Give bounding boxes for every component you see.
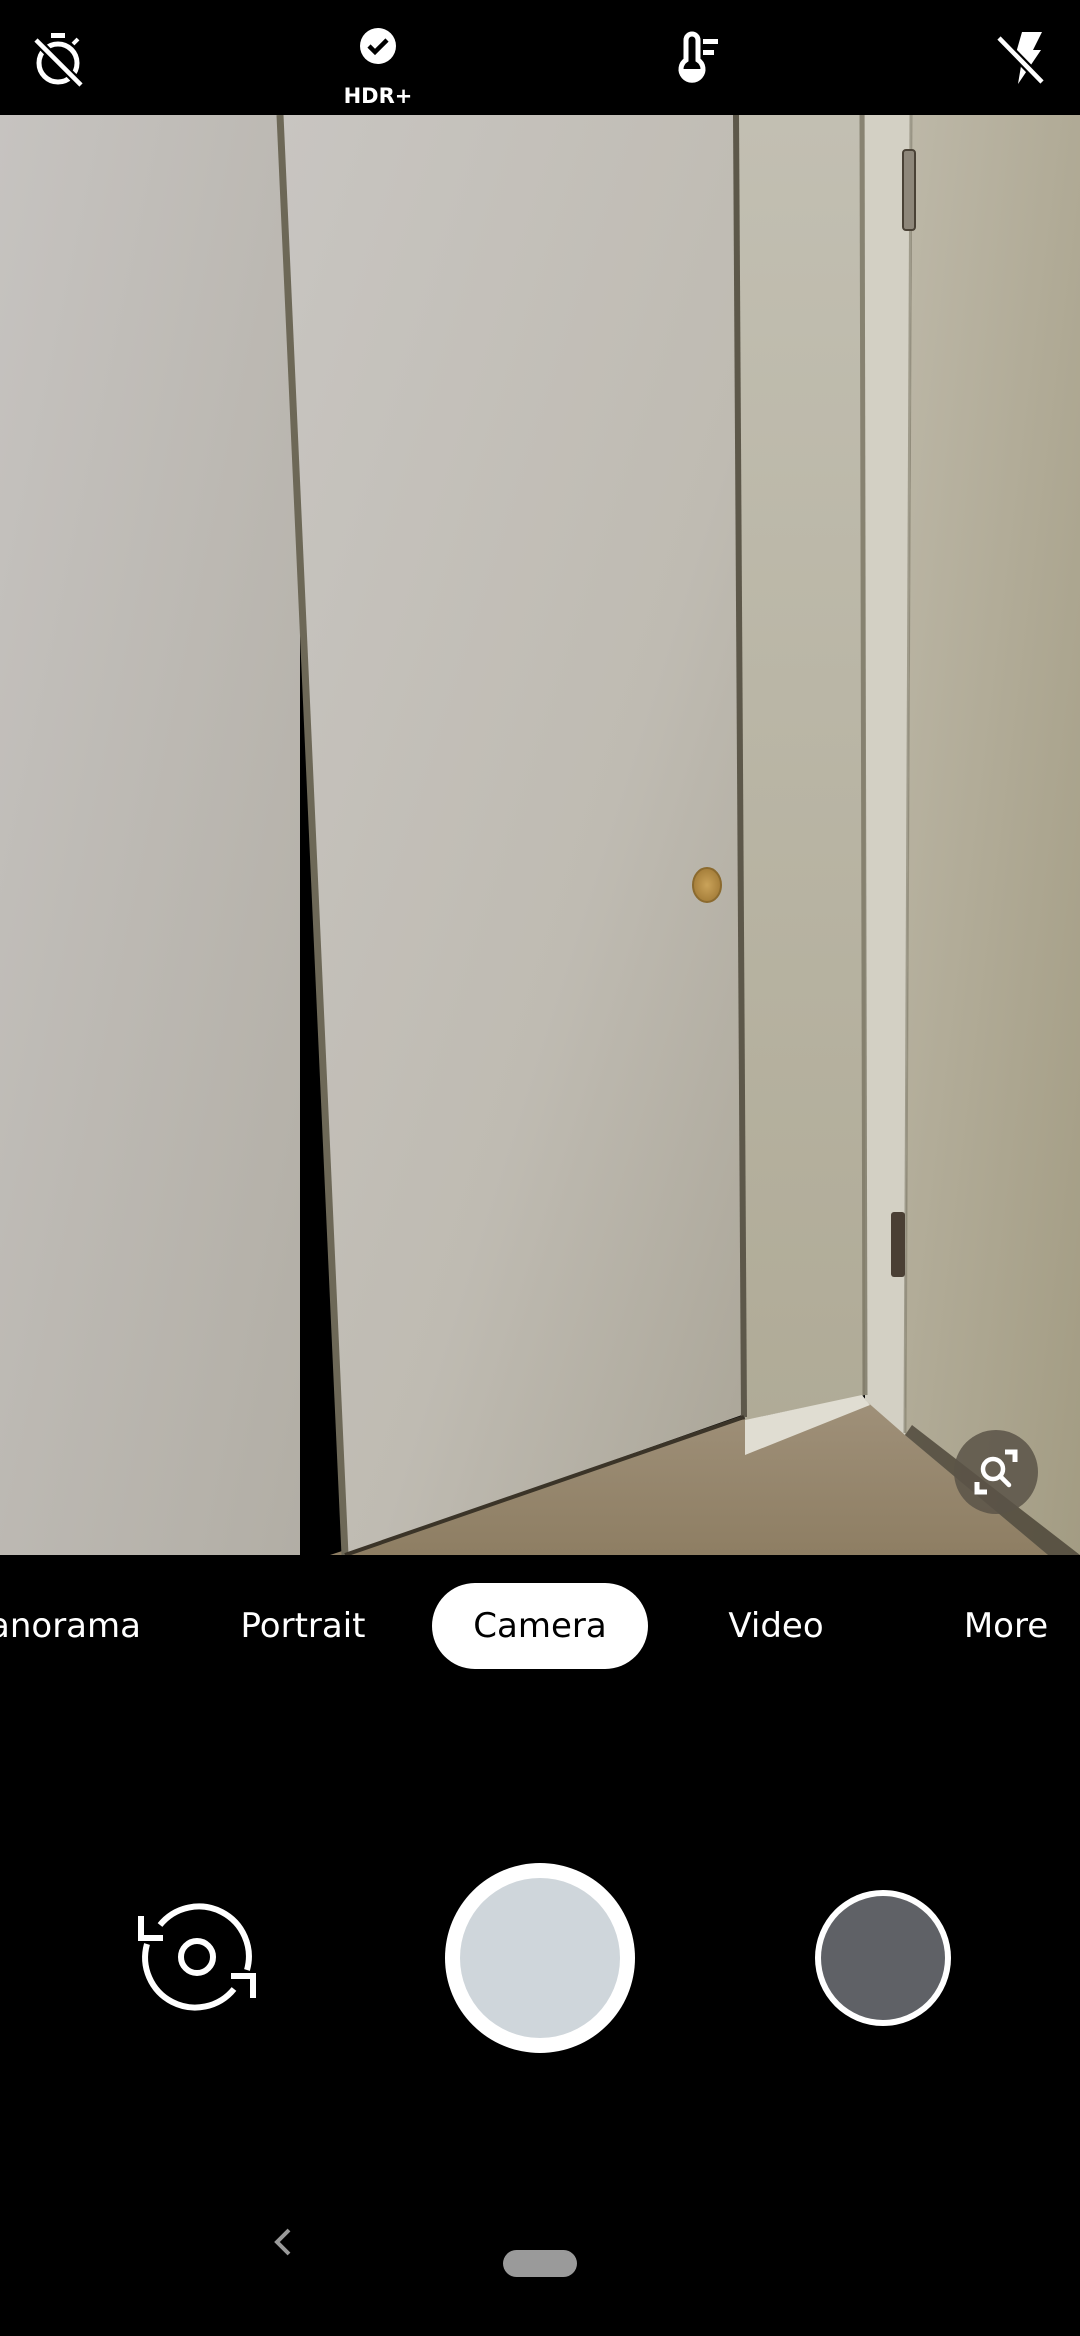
hdr-label: HDR+: [343, 84, 413, 108]
back-button[interactable]: [262, 2220, 306, 2264]
mode-video-label: Video: [728, 1606, 824, 1646]
hdr-plus-check-icon: [360, 28, 396, 64]
shutter-inner: [460, 1878, 620, 2038]
mode-portrait[interactable]: Portrait: [228, 1583, 378, 1669]
mode-more-label: More: [963, 1606, 1049, 1646]
top-settings-bar: HDR+: [0, 0, 1080, 115]
google-lens-icon: [974, 1449, 1018, 1495]
flash-button[interactable]: [984, 22, 1056, 94]
capture-controls: [0, 1700, 1080, 2180]
white-balance-button[interactable]: [663, 22, 735, 94]
google-lens-button[interactable]: [954, 1430, 1038, 1514]
gallery-thumbnail: [821, 1896, 945, 2020]
hdr-plus-button[interactable]: HDR+: [342, 22, 414, 108]
shutter-button[interactable]: [445, 1863, 635, 2053]
mode-selector: anorama Portrait Camera Video More: [0, 1555, 1080, 1700]
gallery-thumbnail-button[interactable]: [815, 1890, 951, 2026]
timer-off-icon: [32, 33, 85, 88]
home-pill-button[interactable]: [503, 2250, 577, 2277]
mode-camera[interactable]: Camera: [432, 1583, 648, 1669]
camera-viewfinder[interactable]: [0, 115, 1080, 1555]
flash-off-icon: [995, 32, 1046, 86]
back-chevron-icon: [274, 2228, 291, 2256]
mode-panorama-label: anorama: [0, 1606, 141, 1646]
mode-panorama[interactable]: anorama: [0, 1583, 150, 1669]
timer-button[interactable]: [22, 22, 94, 94]
mode-portrait-label: Portrait: [240, 1606, 366, 1646]
mode-camera-label: Camera: [473, 1606, 607, 1646]
system-navigation-bar: [0, 2180, 1080, 2336]
switch-camera-button[interactable]: [130, 1890, 264, 2024]
thermometer-wb-icon: [678, 31, 718, 83]
switch-camera-icon: [138, 1903, 256, 2011]
mode-more[interactable]: More: [950, 1583, 1062, 1669]
mode-video[interactable]: Video: [716, 1583, 836, 1669]
viewfinder-scene: [0, 115, 1080, 1555]
